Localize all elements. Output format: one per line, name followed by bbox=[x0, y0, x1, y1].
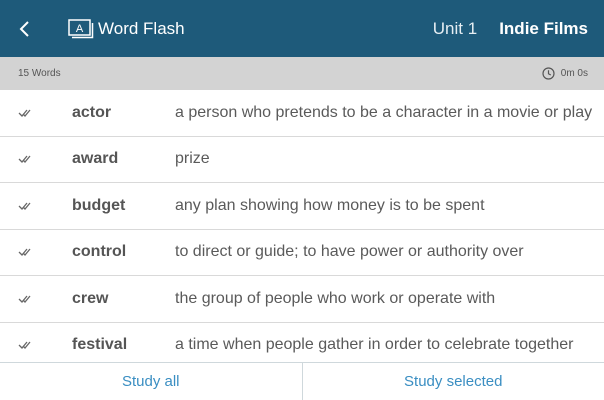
word-term: actor bbox=[72, 103, 112, 121]
double-check-icon[interactable] bbox=[18, 199, 34, 213]
double-check-icon[interactable] bbox=[18, 152, 34, 166]
unit-label: Unit 1 bbox=[432, 18, 478, 38]
word-list: actor a person who pretends to be a char… bbox=[0, 90, 604, 362]
word-row[interactable]: festival a time when people gather in or… bbox=[0, 323, 604, 363]
word-row[interactable]: control to direct or guide; to have powe… bbox=[0, 230, 604, 276]
app-title: Word Flash bbox=[98, 18, 185, 38]
back-button[interactable] bbox=[0, 0, 48, 57]
clock-icon bbox=[542, 67, 555, 80]
double-check-icon[interactable] bbox=[18, 245, 34, 259]
word-term: festival bbox=[72, 336, 128, 354]
word-definition: any plan showing how money is to be spen… bbox=[175, 196, 485, 214]
study-selected-button[interactable]: Study selected bbox=[303, 363, 604, 400]
word-definition: to direct or guide; to have power or aut… bbox=[175, 243, 524, 261]
word-flash-logo-icon: A bbox=[68, 18, 94, 39]
word-definition: a time when people gather in order to ce… bbox=[175, 336, 574, 354]
timer-value: 0m 0s bbox=[560, 68, 588, 79]
app-header: A Word Flash Unit 1 Indie Films bbox=[0, 0, 604, 57]
double-check-icon[interactable] bbox=[18, 106, 34, 120]
info-bar: 15 Words 0m 0s bbox=[0, 57, 604, 90]
word-count: 15 Words bbox=[18, 68, 61, 79]
timer: 0m 0s bbox=[542, 67, 588, 80]
svg-text:A: A bbox=[76, 23, 84, 35]
header-unit-info: Unit 1 Indie Films bbox=[433, 19, 604, 39]
word-term: award bbox=[72, 150, 119, 168]
word-term: crew bbox=[72, 289, 109, 307]
chevron-left-icon bbox=[19, 20, 29, 37]
word-row[interactable]: actor a person who pretends to be a char… bbox=[0, 90, 604, 137]
double-check-icon[interactable] bbox=[18, 338, 34, 352]
study-all-button[interactable]: Study all bbox=[0, 363, 302, 400]
word-definition: a person who pretends to be a character … bbox=[175, 103, 593, 121]
word-row[interactable]: crew the group of people who work or ope… bbox=[0, 276, 604, 323]
word-term: control bbox=[72, 243, 127, 261]
double-check-icon[interactable] bbox=[18, 292, 34, 306]
word-row[interactable]: award prize bbox=[0, 137, 604, 183]
unit-name: Indie Films bbox=[499, 18, 588, 38]
word-row[interactable]: budget any plan showing how money is to … bbox=[0, 183, 604, 230]
word-definition: prize bbox=[175, 150, 210, 168]
word-term: budget bbox=[72, 196, 126, 214]
word-definition: the group of people who work or operate … bbox=[175, 289, 496, 307]
action-bar: Study all Study selected bbox=[0, 362, 604, 400]
